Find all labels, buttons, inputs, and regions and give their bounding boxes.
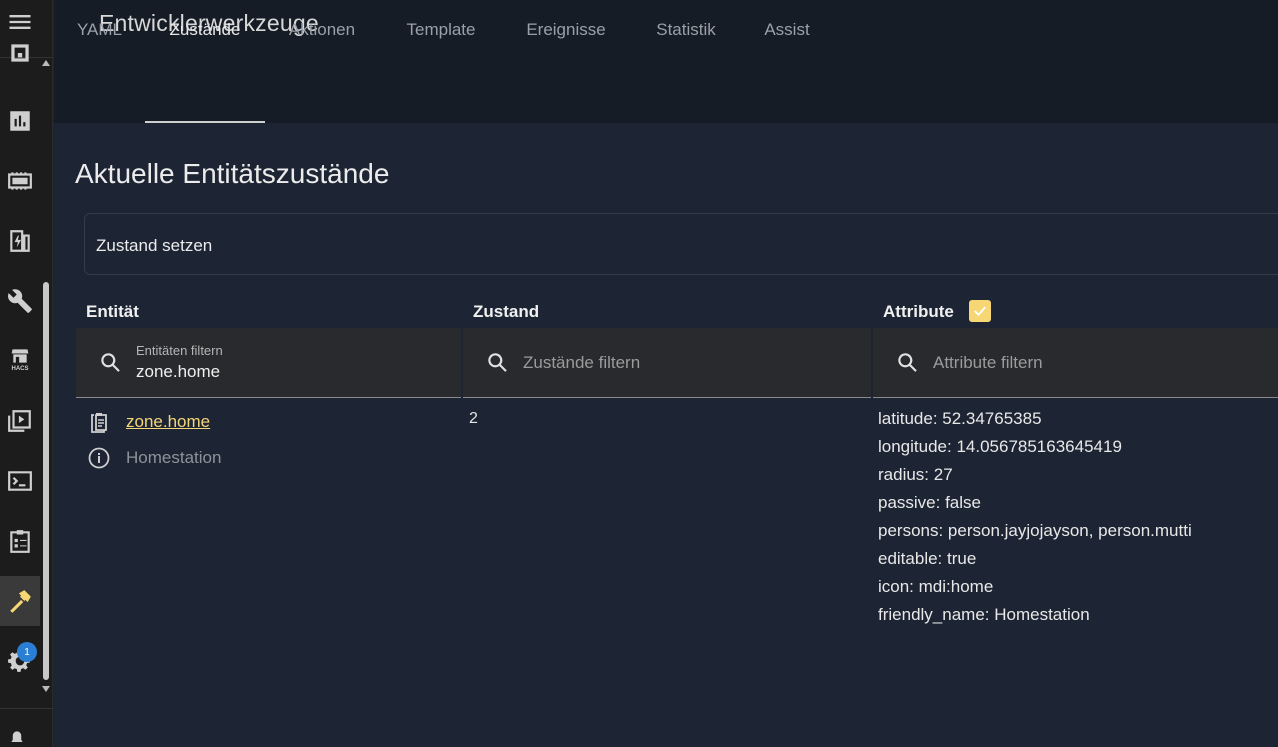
attribute-line: radius: 27	[878, 465, 953, 484]
tab-events[interactable]: Ereignisse	[514, 0, 618, 59]
sidebar-item-logbook[interactable]	[0, 216, 40, 266]
entity-state-value: 2	[469, 410, 478, 427]
app-header: Entwicklerwerkzeuge YAML Zustände Aktion…	[54, 0, 1278, 123]
menu-icon[interactable]	[6, 8, 34, 36]
sidebar-divider-bottom	[0, 708, 53, 709]
search-icon	[101, 353, 120, 372]
hacs-icon	[11, 349, 29, 363]
entity-filter-label: Entitäten filtern	[136, 343, 223, 358]
state-filter-input[interactable]: Zustände filtern	[523, 353, 640, 373]
tab-yaml[interactable]: YAML	[62, 0, 137, 59]
attribute-line: passive: false	[878, 493, 981, 512]
tab-actions[interactable]: Aktionen	[276, 0, 368, 59]
clipboard-list-icon	[10, 530, 30, 553]
map-icon	[8, 172, 32, 190]
sidebar-item-overview[interactable]	[0, 38, 40, 78]
entity-attributes: latitude: 52.34765385 longitude: 14.0567…	[878, 405, 1192, 629]
scroll-up-arrow[interactable]	[42, 60, 50, 66]
check-icon	[974, 306, 986, 317]
notifications-icon[interactable]	[6, 730, 28, 747]
entity-friendly-name: Homestation	[126, 448, 222, 467]
sidebar-scrollbar[interactable]	[43, 282, 49, 680]
tab-statistics[interactable]: Statistik	[642, 0, 730, 59]
tab-template[interactable]: Template	[390, 0, 492, 59]
logbook-icon	[10, 230, 30, 252]
energy-icon	[10, 111, 30, 131]
column-header-entity: Entität	[86, 302, 139, 321]
attribute-line: persons: person.jayjojayson, person.mutt…	[878, 521, 1192, 540]
set-state-label: Zustand setzen	[96, 236, 213, 255]
wrench-icon	[8, 289, 32, 313]
sidebar-item-hacs[interactable]: HACS	[0, 334, 40, 384]
search-icon	[488, 353, 507, 372]
search-icon	[898, 353, 917, 372]
info-icon[interactable]	[87, 446, 111, 470]
attribute-line: friendly_name: Homestation	[878, 605, 1090, 624]
scroll-down-arrow[interactable]	[42, 686, 50, 692]
attribute-line: icon: mdi:home	[878, 577, 994, 596]
active-tab-indicator	[145, 121, 265, 123]
tab-states[interactable]: Zustände	[145, 0, 265, 59]
sidebar-item-terminal[interactable]	[0, 456, 40, 506]
hammer-icon	[10, 590, 31, 613]
set-state-panel[interactable]: Zustand setzen	[84, 213, 1278, 275]
tab-assist[interactable]: Assist	[754, 0, 820, 59]
attributes-filter-field[interactable]: Attribute filtern	[873, 328, 1278, 398]
media-icon	[8, 410, 31, 432]
sidebar-item-map[interactable]	[0, 156, 40, 206]
sidebar-item-todo[interactable]	[0, 516, 40, 566]
column-header-attributes: Attribute	[883, 302, 954, 321]
overview-icon	[11, 44, 29, 62]
copy-clipboard-icon[interactable]	[87, 411, 111, 435]
attributes-filter-input[interactable]: Attribute filtern	[933, 353, 1043, 373]
column-header-state: Zustand	[473, 302, 540, 321]
sidebar-item-energy[interactable]	[0, 96, 40, 146]
entity-filter-input[interactable]: zone.home	[136, 362, 220, 382]
sidebar-item-developer-tools[interactable]	[0, 576, 40, 626]
attribute-line: editable: true	[878, 549, 977, 568]
terminal-icon	[8, 471, 32, 491]
notification-badge: 1	[17, 642, 37, 662]
section-title: Aktuelle Entitätszustände	[75, 158, 390, 189]
sidebar-item-media[interactable]	[0, 396, 40, 446]
entity-filter-field[interactable]: Entitäten filtern zone.home	[76, 328, 461, 398]
state-filter-field[interactable]: Zustände filtern	[463, 328, 871, 398]
sidebar-item-tools[interactable]	[0, 276, 40, 326]
sidebar: HACS 1	[0, 0, 53, 747]
hacs-label: HACS	[11, 366, 29, 372]
attributes-checkbox[interactable]	[969, 300, 991, 322]
entity-id-link[interactable]: zone.home	[126, 412, 210, 432]
attribute-line: longitude: 14.056785163645419	[878, 437, 1122, 456]
attribute-line: latitude: 52.34765385	[878, 409, 1042, 428]
